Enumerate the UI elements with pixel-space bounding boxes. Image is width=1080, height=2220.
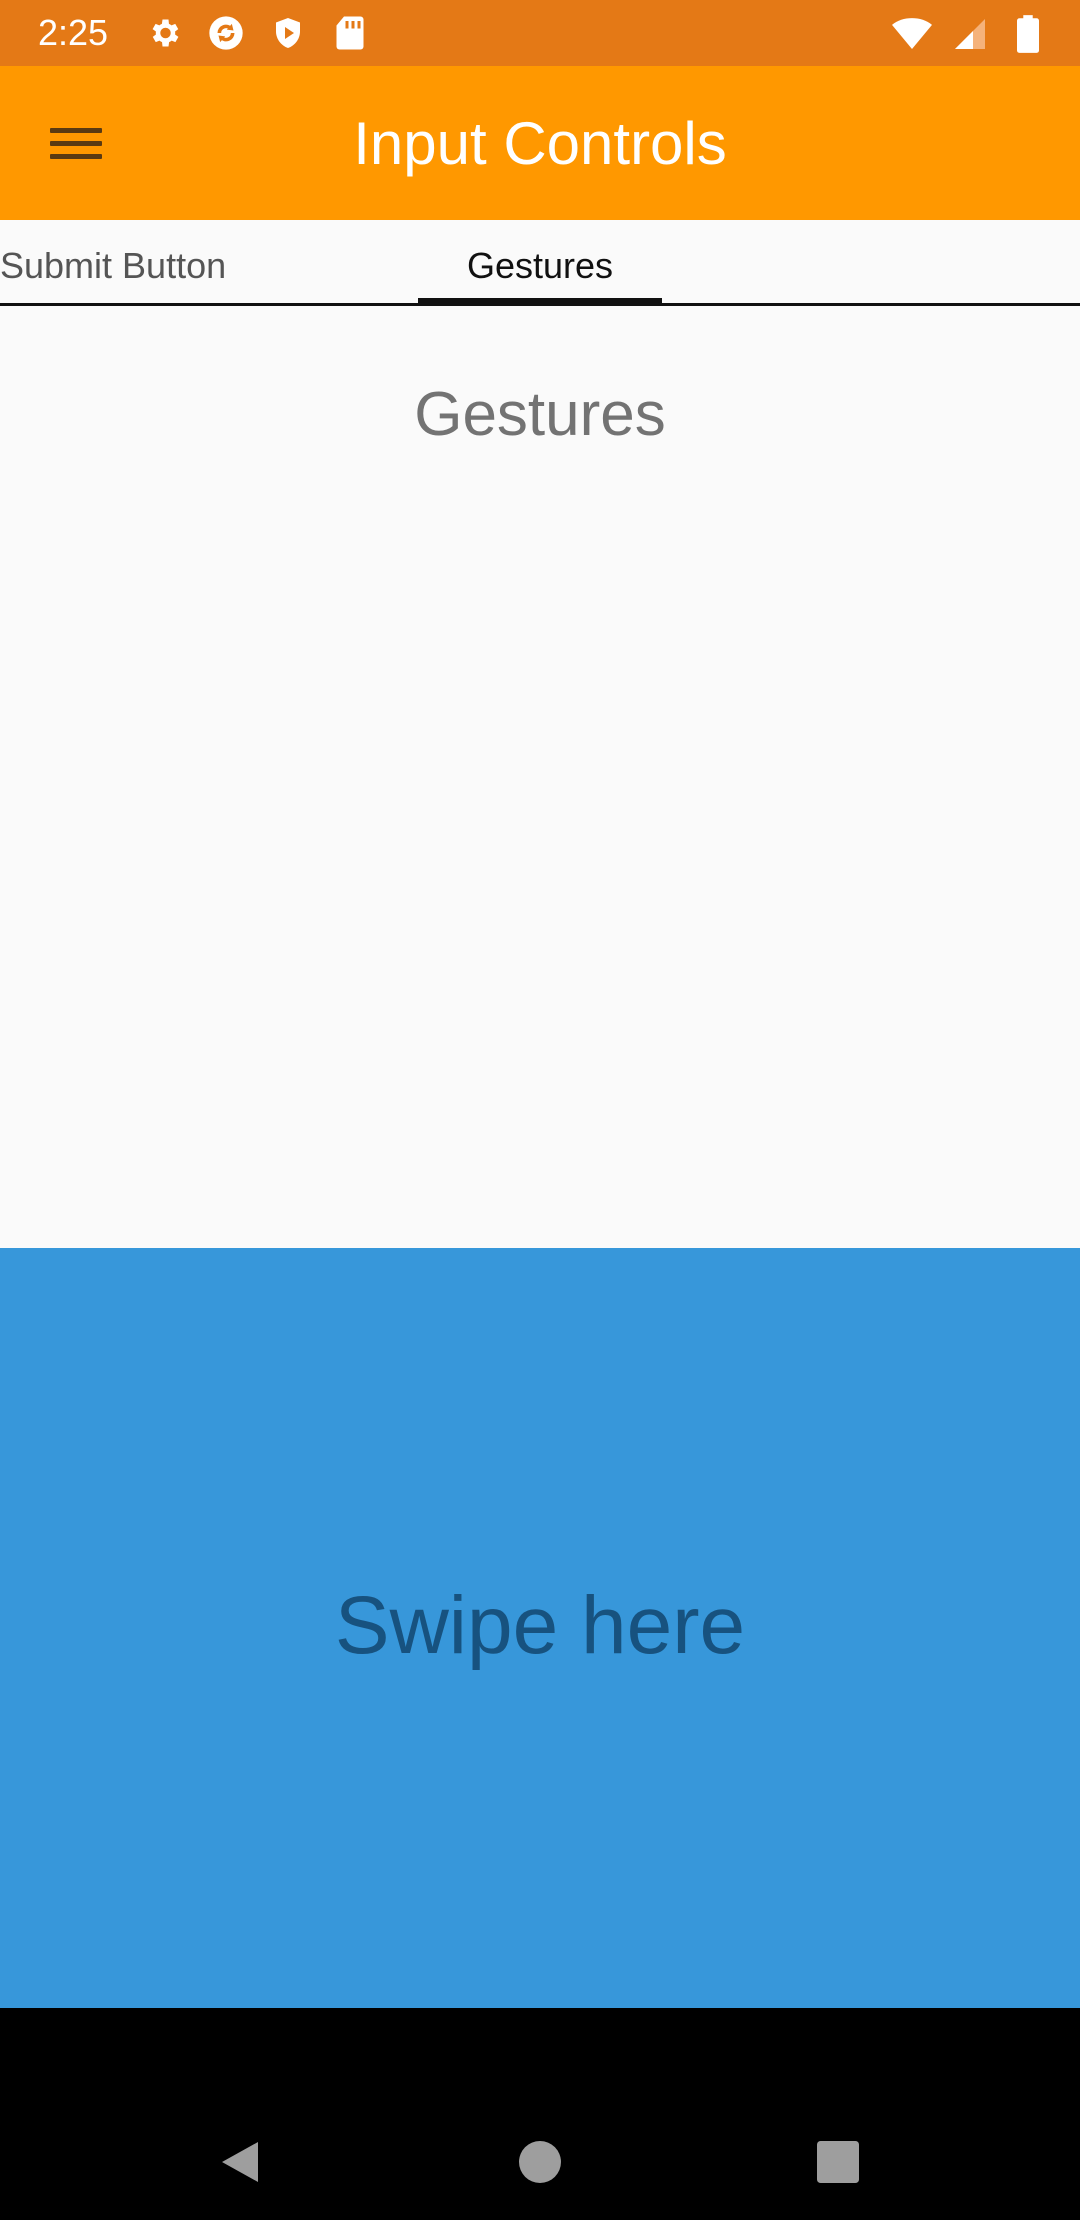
status-time: 2:25 [38,12,109,53]
wifi-icon [892,14,932,54]
tab-gestures[interactable]: Gestures [418,220,662,303]
nav-bar [0,2008,1080,2220]
screen: 2:25 Input Controls Submit Button Gestur… [0,0,1080,2220]
status-bar: 2:25 [0,0,1080,66]
settings-icon [144,13,184,53]
sd-card-icon [330,13,370,53]
app-bar: Input Controls [0,66,1080,220]
content-area: Gestures [0,306,1080,1248]
shield-play-icon [268,13,308,53]
sync-icon [206,13,246,53]
signal-icon [950,14,990,54]
tab-indicator [418,298,662,304]
recents-button[interactable] [808,2132,868,2192]
tab-bar: Submit Button Gestures [0,220,1080,306]
tab-submit-button[interactable]: Submit Button [0,220,250,303]
home-icon [519,2141,561,2183]
swipe-area[interactable]: Swipe here [0,1248,1080,2008]
back-button[interactable] [210,2132,270,2192]
section-heading: Gestures [414,380,666,449]
recents-icon [817,2141,859,2183]
battery-icon [1008,14,1048,54]
swipe-label: Swipe here [334,1580,746,1671]
status-icons-right [892,14,1048,54]
home-button[interactable] [510,2132,570,2192]
app-title: Input Controls [353,110,727,177]
back-icon [222,2142,258,2182]
status-icons-left [144,13,370,53]
